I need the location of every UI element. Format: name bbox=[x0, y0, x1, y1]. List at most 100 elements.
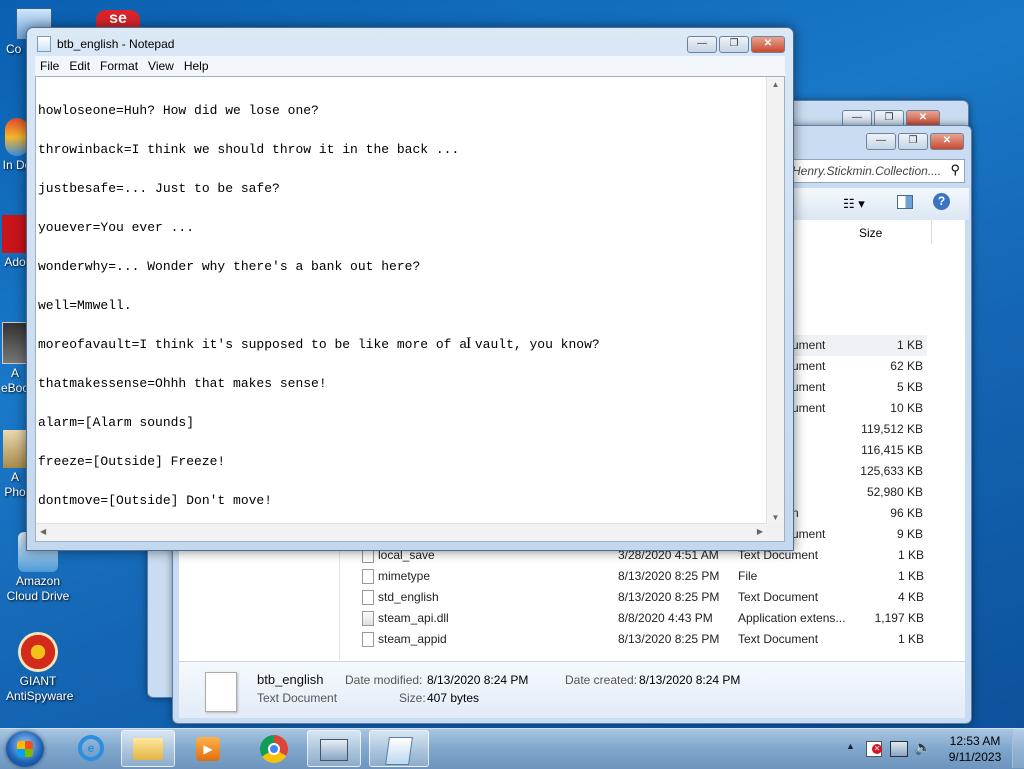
list-item[interactable]: 119,512 KB bbox=[792, 419, 927, 440]
desktop-icon-giant-antispyware[interactable]: GIANT AntiSpyware bbox=[6, 632, 74, 704]
text-line: moreofavault=I think it's supposed to be… bbox=[38, 337, 600, 352]
details-pane: btb_english Text Document Date modified:… bbox=[179, 661, 965, 718]
document-icon bbox=[362, 569, 374, 584]
document-icon bbox=[205, 672, 237, 712]
view-options-icon[interactable]: ☷ ▾ bbox=[843, 196, 865, 212]
volume-icon[interactable]: 🔈 bbox=[914, 739, 931, 756]
text-line: youever=You ever ... bbox=[38, 220, 195, 235]
dll-file-icon bbox=[362, 611, 374, 626]
preview-pane-icon[interactable] bbox=[897, 195, 913, 209]
taskbar-explorer[interactable] bbox=[121, 730, 175, 767]
column-header-size[interactable]: Size bbox=[859, 226, 882, 240]
text-line: justbesafe=... Just to be safe? bbox=[38, 181, 280, 196]
network-icon[interactable] bbox=[890, 741, 908, 757]
details-size: 407 bytes bbox=[427, 691, 480, 705]
close-button[interactable]: ✕ bbox=[930, 133, 964, 150]
notepad-icon bbox=[37, 36, 51, 52]
windows-logo-icon bbox=[17, 741, 33, 757]
taskbar-notepad[interactable] bbox=[369, 730, 429, 767]
taskbar-chrome[interactable] bbox=[247, 730, 301, 767]
details-kind: Text Document bbox=[257, 691, 338, 705]
close-button[interactable]: ✕ bbox=[751, 36, 785, 53]
photo-app-icon bbox=[3, 430, 27, 468]
details-modified: 8/13/2020 8:24 PM bbox=[427, 673, 529, 687]
media-player-icon: ▶ bbox=[196, 737, 220, 761]
text-line: thatmakessense=Ohhh that makes sense! bbox=[38, 376, 327, 391]
taskbar: e ▶ ▲ ✕ 🔈 12:53 AM 9/11/2023 bbox=[0, 728, 1024, 769]
text-line: wonderwhy=... Wonder why there's a bank … bbox=[38, 259, 421, 274]
document-icon bbox=[362, 590, 374, 605]
document-icon bbox=[362, 632, 374, 647]
list-item[interactable]: 52,980 KB bbox=[792, 482, 927, 503]
start-button[interactable] bbox=[6, 731, 44, 767]
text-line: howloseone=Huh? How did we lose one? bbox=[38, 103, 319, 118]
notepad-window[interactable]: btb_english - Notepad — ❐ ✕ File Edit Form… bbox=[26, 27, 794, 551]
taskbar-media-player[interactable]: ▶ bbox=[181, 730, 235, 767]
menu-view[interactable]: View bbox=[143, 56, 179, 73]
details-created: 8/13/2020 8:24 PM bbox=[639, 673, 741, 687]
text-cursor-icon: I bbox=[466, 335, 472, 352]
menu-bar: File Edit Format View Help bbox=[35, 56, 785, 76]
clock-date[interactable]: 9/11/2023 bbox=[946, 750, 1004, 764]
maximize-button[interactable]: ❐ bbox=[719, 36, 749, 53]
minimize-button[interactable]: — bbox=[687, 36, 717, 53]
list-item[interactable]: ument 62 KB bbox=[792, 356, 927, 377]
list-item[interactable]: ument 10 KB bbox=[792, 398, 927, 419]
details-modified-label: Date modified: bbox=[345, 673, 423, 687]
scroll-down-arrow-icon[interactable]: ▼ bbox=[767, 513, 784, 522]
menu-help[interactable]: Help bbox=[179, 56, 214, 73]
address-bar[interactable]: Henry.Stickmin.Collection.... ⚲ bbox=[773, 159, 965, 183]
horizontal-scrollbar[interactable]: ◀ ▶ bbox=[36, 523, 767, 541]
text-line: dontmove=[Outside] Don't move! bbox=[38, 493, 273, 508]
list-item[interactable]: ument 5 KB bbox=[792, 377, 927, 398]
text-editor[interactable]: howloseone=Huh? How did we lose one? thr… bbox=[35, 76, 785, 542]
menu-edit[interactable]: Edit bbox=[64, 56, 95, 73]
table-row[interactable]: steam_api.dll 8/8/2020 4:43 PM Application… bbox=[360, 608, 930, 629]
action-center-icon[interactable]: ✕ bbox=[866, 741, 882, 757]
minimize-button[interactable]: — bbox=[866, 133, 896, 150]
table-row[interactable]: mimetype 8/13/2020 8:25 PM File 1 KB bbox=[360, 566, 930, 587]
taskbar-app[interactable] bbox=[307, 730, 361, 767]
adobe-icon bbox=[2, 215, 28, 253]
search-icon[interactable]: ⚲ bbox=[950, 162, 960, 178]
list-item[interactable]: 116,415 KB bbox=[792, 440, 927, 461]
details-size-label: Size: bbox=[399, 691, 426, 705]
computer-app-icon bbox=[320, 739, 348, 761]
vertical-scrollbar[interactable]: ▲ ▼ bbox=[766, 77, 784, 524]
table-row[interactable]: steam_appid 8/13/2020 8:25 PM Text Documen… bbox=[360, 629, 930, 650]
clock-time[interactable]: 12:53 AM bbox=[946, 734, 1004, 748]
internet-explorer-icon: e bbox=[78, 735, 104, 761]
text-line: alarm=[Alarm sounds] bbox=[38, 415, 195, 430]
scroll-left-arrow-icon[interactable]: ◀ bbox=[40, 527, 46, 536]
scroll-right-arrow-icon[interactable]: ▶ bbox=[757, 527, 763, 536]
menu-format[interactable]: Format bbox=[95, 56, 143, 73]
show-desktop-button[interactable] bbox=[1012, 729, 1024, 768]
text-content: howloseone=Huh? How did we lose one? thr… bbox=[38, 78, 600, 533]
table-row[interactable]: std_english 8/13/2020 8:25 PM Text Documen… bbox=[360, 587, 930, 608]
list-item[interactable]: 125,633 KB bbox=[792, 461, 927, 482]
scrollbar-corner bbox=[767, 524, 784, 541]
text-line: freeze=[Outside] Freeze! bbox=[38, 454, 226, 469]
desktop-icon-label: GIANT AntiSpyware bbox=[6, 674, 74, 703]
window-title: btb_english - Notepad bbox=[57, 37, 175, 51]
folder-icon bbox=[133, 738, 163, 760]
list-item[interactable]: ument 1 KB bbox=[792, 335, 927, 356]
notepad-icon bbox=[385, 737, 413, 765]
scroll-up-arrow-icon[interactable]: ▲ bbox=[767, 77, 784, 89]
details-created-label: Date created: bbox=[565, 673, 638, 687]
list-item[interactable]: n 96 KB bbox=[792, 503, 927, 524]
ebook-icon bbox=[2, 322, 28, 364]
help-icon[interactable]: ? bbox=[933, 193, 950, 210]
text-line: throwinback=I think we should throw it i… bbox=[38, 142, 460, 157]
details-name: btb_english bbox=[257, 672, 324, 687]
maximize-button[interactable]: ❐ bbox=[898, 133, 928, 150]
desktop-icon-label: Amazon Cloud Drive bbox=[6, 574, 70, 603]
menu-file[interactable]: File bbox=[35, 56, 64, 73]
taskbar-ie[interactable]: e bbox=[64, 730, 118, 767]
antispyware-icon bbox=[18, 632, 58, 672]
list-item[interactable]: ument 9 KB bbox=[792, 524, 927, 545]
security-app-icon[interactable]: se bbox=[96, 10, 140, 28]
chrome-icon bbox=[260, 735, 288, 763]
show-hidden-icons-icon[interactable]: ▲ bbox=[846, 741, 855, 751]
text-line: well=Mmwell. bbox=[38, 298, 132, 313]
